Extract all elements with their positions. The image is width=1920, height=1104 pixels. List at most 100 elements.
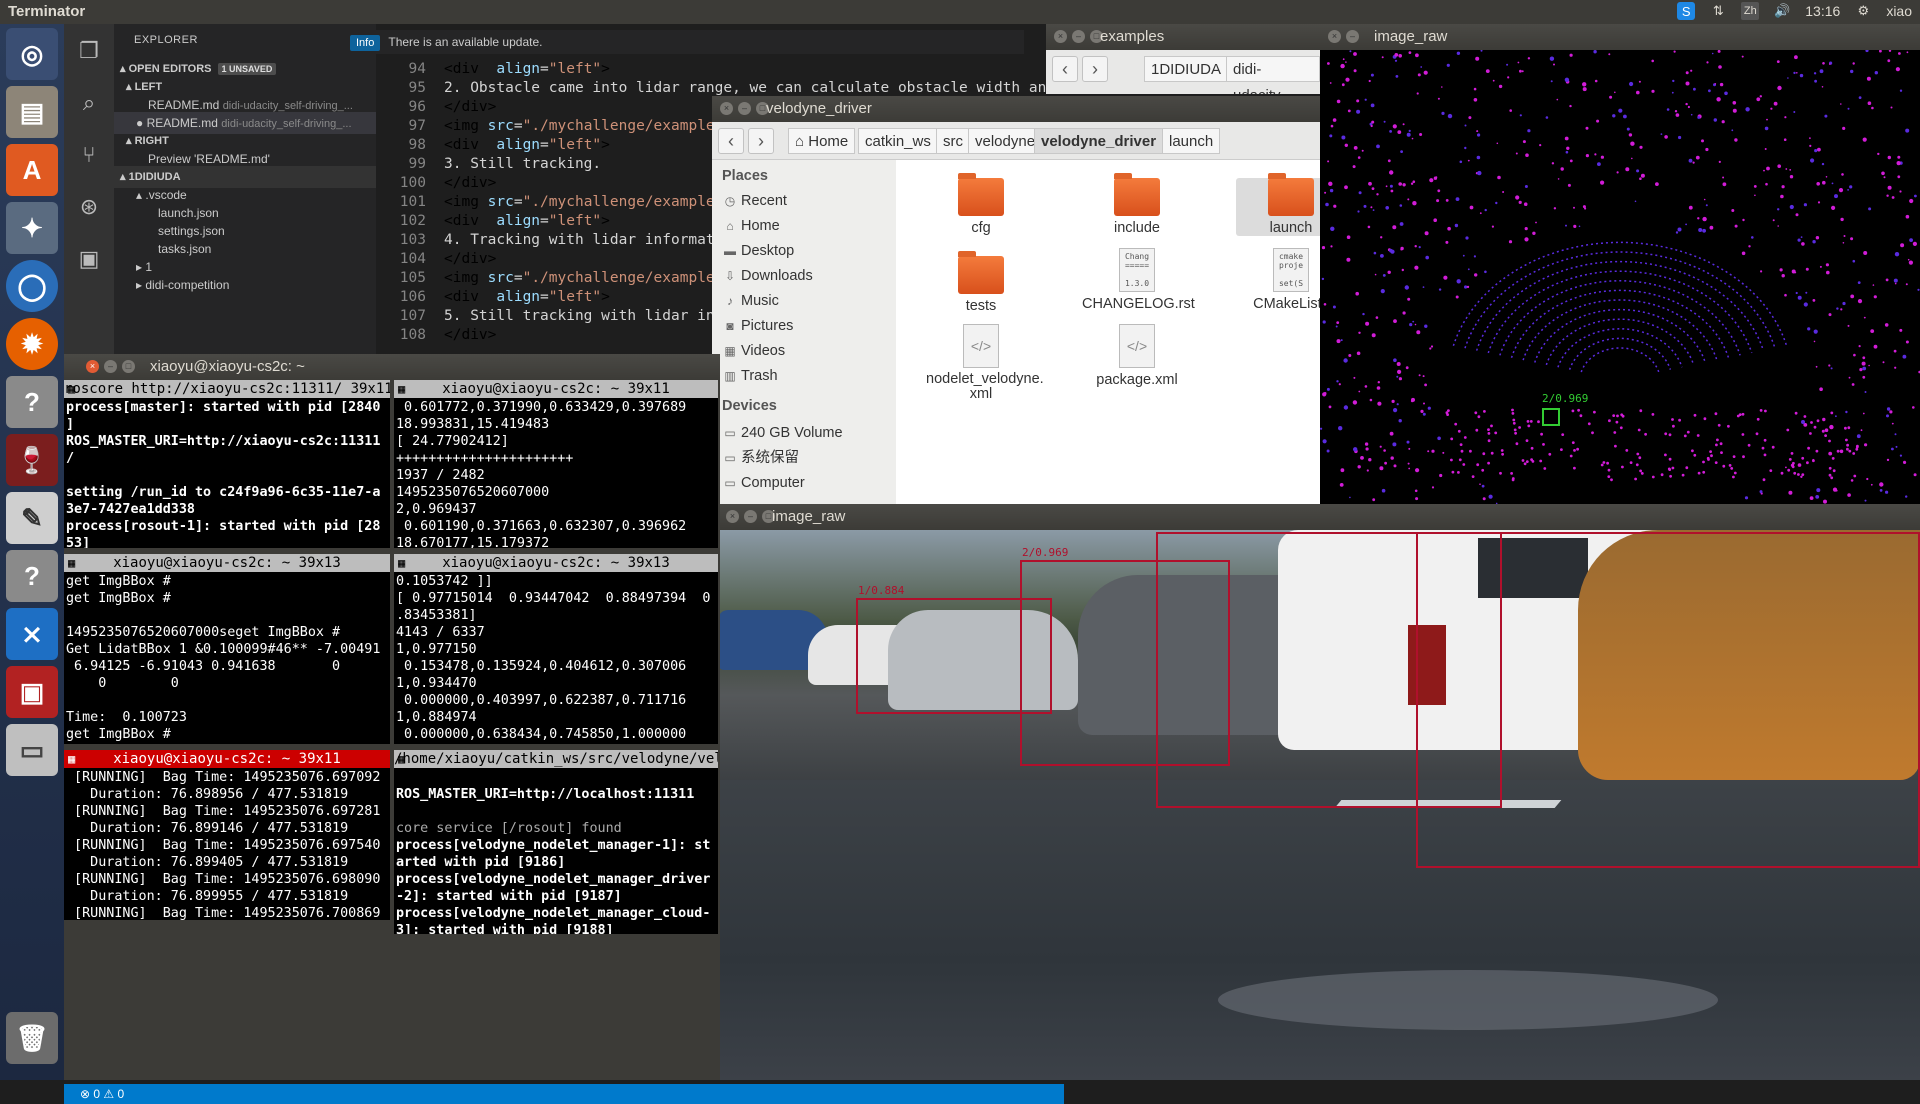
crumb[interactable]: didi-udacity_	[1226, 56, 1320, 94]
skype-icon[interactable]: S	[1677, 2, 1696, 20]
device-computer[interactable]: ▭ Computer	[722, 472, 804, 494]
code-line[interactable]: 102 <div align="left">	[376, 212, 610, 231]
folder-cfg[interactable]: cfg	[926, 173, 1036, 236]
folder-tests[interactable]: tests	[926, 251, 1036, 314]
terminal-pane-header[interactable]: ▦/home/xiaoyu/catkin_ws/src/velodyne/vel…	[394, 750, 718, 768]
terminal-output[interactable]: [RUNNING] Bag Time: 1495235076.697092 Du…	[64, 768, 390, 920]
crumb[interactable]: velodyne	[968, 128, 1043, 154]
terminal-output[interactable]: 0.1053742 ]] [ 0.97715014 0.93447042 0.88…	[394, 572, 718, 744]
settings-icon[interactable]: ✦	[6, 202, 58, 254]
file-package-xml[interactable]: </> package.xml	[1082, 324, 1192, 388]
terminal-pane-header[interactable]: ▦ xiaoyu@xiaoyu-cs2c: ~ 39x11	[64, 750, 390, 768]
user-name[interactable]: xiao	[1886, 3, 1912, 19]
place-music[interactable]: ♪ Music	[722, 290, 779, 312]
grid-icon[interactable]: ▦	[68, 380, 75, 398]
minimize-icon[interactable]: –	[1072, 30, 1085, 43]
extensions-icon[interactable]: ▣	[76, 246, 102, 272]
place-home[interactable]: ⌂ Home	[722, 215, 779, 237]
crumb[interactable]: catkin_ws	[858, 128, 938, 154]
grid-icon[interactable]: ▦	[398, 554, 405, 572]
unknown-app-icon-2[interactable]: ?	[6, 550, 58, 602]
crumb-home[interactable]: ⌂ Home	[788, 128, 856, 154]
file-changelog[interactable]: Chang ===== 1.3.0 CHANGELOG.rst	[1082, 248, 1195, 312]
terminal-output[interactable]: process[master]: started with pid [2840]…	[64, 398, 390, 548]
terminal-pane-header[interactable]: ▦ xiaoyu@xiaoyu-cs2c: ~ 39x11	[394, 380, 718, 398]
dash-icon[interactable]: ◎	[6, 28, 58, 80]
grid-icon[interactable]: ▦	[68, 750, 75, 768]
file-nodelet-xml[interactable]: </> nodelet_velodyne. xml	[926, 324, 1044, 402]
crumb[interactable]: launch	[1162, 128, 1221, 154]
forward-button[interactable]: ›	[748, 128, 774, 154]
close-icon[interactable]: ×	[1328, 30, 1341, 43]
code-line[interactable]: 100 </div>	[376, 174, 497, 193]
code-line[interactable]: 106 <div align="left">	[376, 288, 610, 307]
software-center-icon[interactable]: A	[6, 144, 58, 196]
maximize-icon[interactable]: □	[122, 360, 135, 373]
search-icon[interactable]: ⌕	[76, 90, 102, 116]
folder-launch[interactable]: launch	[1236, 173, 1320, 236]
text-editor-icon[interactable]: ✎	[6, 492, 58, 544]
code-line[interactable]: 96 </div>	[376, 98, 497, 117]
place-videos[interactable]: ▦ Videos	[722, 340, 785, 362]
terminal-output[interactable]: 0.601772,0.371990,0.633429,0.397689 18.99…	[394, 398, 718, 548]
file-cmakelists[interactable]: cmake proje set(SCMakeLists	[1236, 248, 1320, 312]
terminal-pane[interactable]: ▦ xiaoyu@xiaoyu-cs2c: ~ 39x13 get ImgBBox …	[64, 554, 390, 744]
terminal-pane-header[interactable]: ▦ xiaoyu@xiaoyu-cs2c: ~ 39x13	[394, 554, 718, 572]
code-line[interactable]: 94 <div align="left">	[376, 60, 610, 79]
grid-icon[interactable]: ▦	[398, 750, 405, 768]
gear-icon[interactable]: ⚙	[1854, 2, 1872, 20]
place-recent[interactable]: ◷ Recent	[722, 190, 787, 212]
terminator-icon[interactable]: ▣	[6, 666, 58, 718]
place-downloads[interactable]: ⇩ Downloads	[722, 265, 813, 287]
terminal-pane[interactable]: ▦ roscore http://xiaoyu-cs2c:11311/ 39x11…	[64, 380, 390, 548]
back-button[interactable]: ‹	[718, 128, 744, 154]
unknown-app-icon[interactable]: ?	[6, 376, 58, 428]
warnings-icon[interactable]: ⚠	[103, 1087, 117, 1101]
device-reserved[interactable]: ▭ 系统保留	[722, 447, 799, 469]
code-line[interactable]: 107 5. Still tracking with lidar inf	[376, 307, 724, 326]
code-line[interactable]: 98 <div align="left">	[376, 136, 610, 155]
vscode-icon[interactable]: ⨯	[6, 608, 58, 660]
crumb[interactable]: src	[936, 128, 970, 154]
close-icon[interactable]: ×	[720, 102, 733, 115]
terminal-output[interactable]: get ImgBBox # get ImgBBox # 14952350765206…	[64, 572, 390, 744]
code-line[interactable]: 105 <img src="./mychallenge/examples	[376, 269, 724, 288]
crumb-current[interactable]: velodyne_driver	[1034, 128, 1164, 154]
grid-icon[interactable]: ▦	[398, 380, 405, 398]
place-trash[interactable]: ▥ Trash	[722, 365, 777, 387]
crumb[interactable]: 1DIDIUDA	[1144, 56, 1229, 82]
firefox-icon[interactable]: ✹	[6, 318, 58, 370]
code-line[interactable]: 99 3. Still tracking.	[376, 155, 602, 174]
network-icon[interactable]: ⇅	[1709, 2, 1727, 20]
terminal-pane[interactable]: ▦/home/xiaoyu/catkin_ws/src/velodyne/vel…	[394, 750, 718, 934]
minimize-icon[interactable]: –	[738, 102, 751, 115]
close-icon[interactable]: ×	[86, 360, 99, 373]
volume-icon[interactable]: 🔊	[1773, 2, 1791, 20]
code-line[interactable]: 101 <img src="./mychallenge/examples	[376, 193, 724, 212]
terminal-pane[interactable]: ▦ xiaoyu@xiaoyu-cs2c: ~ 39x11 0.601772,0.…	[394, 380, 718, 548]
terminal-pane-header[interactable]: ▦ xiaoyu@xiaoyu-cs2c: ~ 39x13	[64, 554, 390, 572]
source-control-icon[interactable]: ⑂	[76, 142, 102, 168]
code-line[interactable]: 103 4. Tracking with lidar informati	[376, 231, 724, 250]
code-line[interactable]: 104 </div>	[376, 250, 497, 269]
terminal-pane[interactable]: ▦ xiaoyu@xiaoyu-cs2c: ~ 39x13 0.1053742 ]]…	[394, 554, 718, 744]
grid-icon[interactable]: ▦	[68, 554, 75, 572]
close-icon[interactable]: ×	[1054, 30, 1067, 43]
terminal-pane[interactable]: ▦ xiaoyu@xiaoyu-cs2c: ~ 39x11 [RUNNING] B…	[64, 750, 390, 920]
forward-button[interactable]: ›	[1082, 56, 1108, 82]
back-button[interactable]: ‹	[1052, 56, 1078, 82]
drive-icon[interactable]: ▭	[6, 724, 58, 776]
close-icon[interactable]: ×	[726, 510, 739, 523]
device-volume[interactable]: ▭ 240 GB Volume	[722, 422, 842, 444]
errors-icon[interactable]: ⊗	[80, 1087, 93, 1101]
minimize-icon[interactable]: –	[744, 510, 757, 523]
place-desktop[interactable]: ▬ Desktop	[722, 240, 794, 262]
files-explorer-icon[interactable]: ❐	[76, 38, 102, 64]
minimize-icon[interactable]: –	[104, 360, 117, 373]
code-line[interactable]: 97 <img src="./mychallenge/examples	[376, 117, 724, 136]
code-line[interactable]: 108 </div>	[376, 326, 497, 345]
terminal-pane-header[interactable]: ▦ roscore http://xiaoyu-cs2c:11311/ 39x11	[64, 380, 390, 398]
files-icon[interactable]: ▤	[6, 86, 58, 138]
clock[interactable]: 13:16	[1805, 3, 1840, 19]
debug-icon[interactable]: ⊛	[76, 194, 102, 220]
